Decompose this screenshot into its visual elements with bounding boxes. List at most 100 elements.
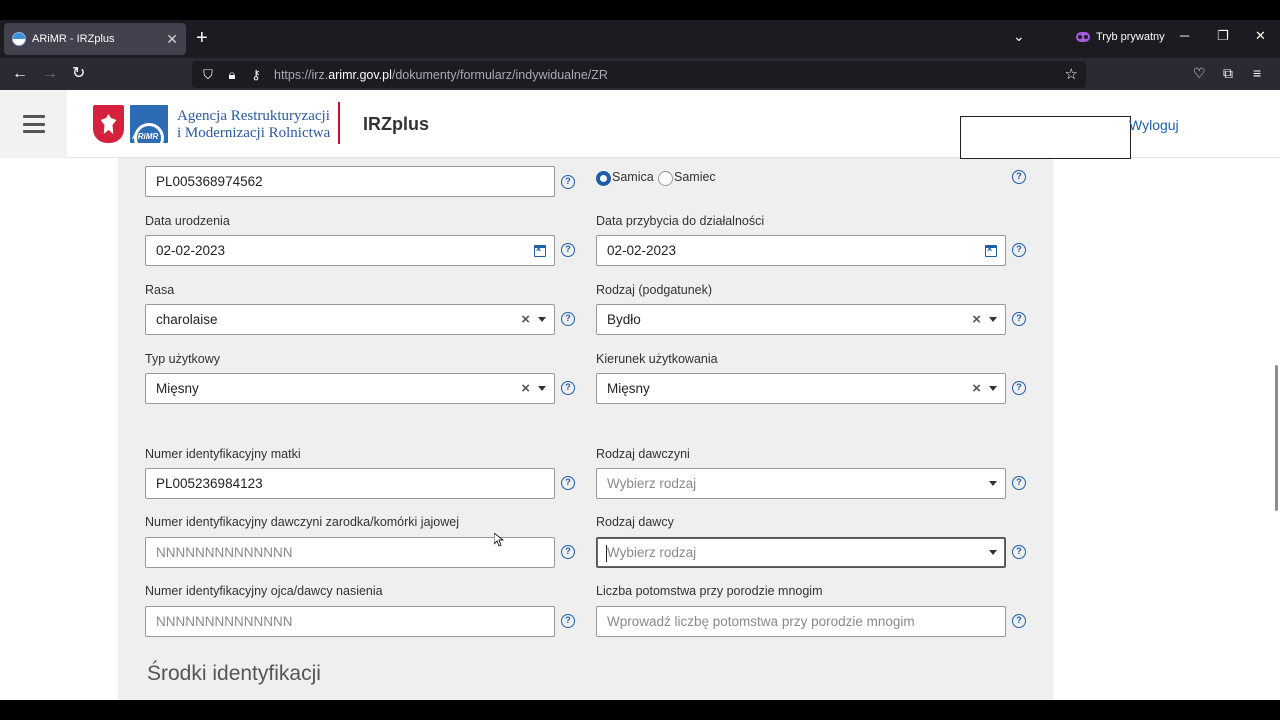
help-icon[interactable]: ? bbox=[1012, 381, 1026, 395]
close-window-icon[interactable]: ✕ bbox=[1255, 28, 1266, 44]
private-mode-label: Tryb prywatny bbox=[1096, 31, 1165, 43]
help-icon[interactable]: ? bbox=[561, 381, 575, 395]
utility-type-value: Mięsny bbox=[156, 381, 199, 396]
lock-icon[interactable]: 🔒︎ bbox=[224, 67, 240, 83]
bookmark-star-icon[interactable]: ☆ bbox=[1065, 65, 1078, 83]
address-bar[interactable]: ⛉ 🔒︎ ⚷ https://irz.arimr.gov.pl/dokument… bbox=[192, 61, 1086, 88]
dropdown-arrow-icon[interactable] bbox=[538, 317, 546, 322]
agency-name-line1: Agencja Restrukturyzacji bbox=[177, 108, 330, 124]
header-divider bbox=[338, 102, 340, 144]
clear-icon[interactable]: × bbox=[972, 311, 981, 328]
help-icon[interactable]: ? bbox=[561, 614, 575, 628]
site-header: ARiMR Agencja Restrukturyzacji i Moderni… bbox=[0, 90, 1280, 159]
offspring-input[interactable]: Wprowadź liczbę potomstwa przy porodzie … bbox=[596, 606, 1006, 637]
father-id-label: Numer identyfikacyjny ojca/dawcy nasieni… bbox=[145, 584, 383, 598]
clear-icon[interactable]: × bbox=[521, 380, 530, 397]
url-domain: arimr.gov.pl bbox=[328, 67, 392, 82]
extensions-icon[interactable]: ⧉ bbox=[1223, 65, 1233, 82]
hamburger-icon[interactable] bbox=[22, 115, 45, 133]
close-tab-icon[interactable]: ✕ bbox=[166, 31, 178, 48]
browser-navbar: ← → ↻ ⛉ 🔒︎ ⚷ https://irz.arimr.gov.pl/do… bbox=[0, 58, 1280, 90]
shield-icon[interactable]: ⛉ bbox=[200, 67, 216, 83]
clear-icon[interactable]: × bbox=[521, 311, 530, 328]
help-icon[interactable]: ? bbox=[1012, 614, 1026, 628]
animal-id-input[interactable]: PL005368974562 bbox=[145, 166, 555, 197]
mother-id-input[interactable]: PL005236984123 bbox=[145, 468, 555, 499]
father-id-input[interactable]: NNNNNNNNNNNNNN bbox=[145, 606, 555, 637]
help-icon[interactable]: ? bbox=[561, 175, 575, 189]
breed-select[interactable]: charolaise × bbox=[145, 304, 555, 335]
permissions-key-icon[interactable]: ⚷ bbox=[248, 67, 264, 83]
clear-icon[interactable]: × bbox=[972, 380, 981, 397]
back-arrow-icon[interactable]: ← bbox=[12, 64, 28, 84]
new-tab-button[interactable]: + bbox=[196, 28, 208, 48]
birth-date-input[interactable]: 02-02-2023 bbox=[145, 235, 555, 266]
species-select[interactable]: Bydło × bbox=[596, 304, 1006, 335]
arimr-logo[interactable]: ARiMR bbox=[130, 105, 168, 143]
screen: ARiMR - IRZplus ✕ + ⌄ Tryb prywatny ─ ❐ … bbox=[0, 0, 1280, 720]
breed-label: Rasa bbox=[145, 283, 175, 297]
donor-type-select[interactable]: Wybierz rodzaj bbox=[596, 468, 1006, 499]
arrival-date-value: 02-02-2023 bbox=[607, 243, 677, 258]
url-text[interactable]: https://irz.arimr.gov.pl/dokumenty/formu… bbox=[274, 68, 608, 82]
minimize-window-icon[interactable]: ─ bbox=[1180, 28, 1189, 43]
site-favicon-icon bbox=[12, 32, 26, 46]
agency-name-line2: i Modernizacji Rolnictwa bbox=[177, 125, 331, 141]
arimr-logo-text: ARiMR bbox=[132, 132, 159, 141]
donor-type-label: Rodzaj dawczyni bbox=[596, 447, 690, 461]
breed-value: charolaise bbox=[156, 312, 218, 327]
help-icon[interactable]: ? bbox=[561, 476, 575, 490]
browser-tab[interactable]: ARiMR - IRZplus ✕ bbox=[4, 23, 186, 55]
bottom-black-bar bbox=[0, 700, 1280, 720]
species-label: Rodzaj (podgatunek) bbox=[596, 283, 713, 297]
reload-icon[interactable]: ↻ bbox=[72, 64, 85, 84]
use-direction-select[interactable]: Mięsny × bbox=[596, 373, 1006, 404]
birth-date-value: 02-02-2023 bbox=[156, 243, 226, 258]
embryo-donor-label: Numer identyfikacyjny dawczyni zarodka/k… bbox=[145, 515, 460, 529]
help-icon[interactable]: ? bbox=[1012, 312, 1026, 326]
list-tabs-chevron-icon[interactable]: ⌄ bbox=[1013, 28, 1025, 45]
dropdown-arrow-icon[interactable] bbox=[989, 550, 997, 555]
help-icon[interactable]: ? bbox=[1012, 476, 1026, 490]
help-icon[interactable]: ? bbox=[561, 545, 575, 559]
calendar-icon[interactable] bbox=[534, 244, 546, 257]
logout-link[interactable]: Wyloguj bbox=[1129, 117, 1179, 133]
dropdown-arrow-icon[interactable] bbox=[989, 317, 997, 322]
url-prefix: https://irz. bbox=[274, 67, 329, 82]
app-menu-icon[interactable]: ≡ bbox=[1253, 65, 1261, 81]
menu-button[interactable] bbox=[0, 90, 67, 158]
help-icon[interactable]: ? bbox=[1012, 243, 1026, 257]
sex-male-label: Samiec bbox=[674, 170, 716, 184]
help-icon[interactable]: ? bbox=[561, 243, 575, 257]
offspring-label: Liczba potomstwa przy porodzie mnogim bbox=[596, 584, 823, 598]
help-icon[interactable]: ? bbox=[1012, 170, 1026, 184]
sex-male-radio[interactable] bbox=[658, 171, 673, 186]
father-id-placeholder: NNNNNNNNNNNNNN bbox=[156, 614, 293, 629]
user-info-box bbox=[960, 116, 1131, 159]
offspring-placeholder: Wprowadź liczbę potomstwa przy porodzie … bbox=[607, 614, 915, 629]
pocket-icon[interactable]: ♡ bbox=[1193, 65, 1206, 82]
dropdown-arrow-icon[interactable] bbox=[989, 386, 997, 391]
tab-title: ARiMR - IRZplus bbox=[32, 33, 115, 45]
sire-type-select[interactable]: Wybierz rodzaj bbox=[596, 537, 1006, 568]
help-icon[interactable]: ? bbox=[1012, 545, 1026, 559]
calendar-icon[interactable] bbox=[985, 244, 997, 257]
utility-type-select[interactable]: Mięsny × bbox=[145, 373, 555, 404]
mother-id-label: Numer identyfikacyjny matki bbox=[145, 447, 301, 461]
dropdown-arrow-icon[interactable] bbox=[989, 481, 997, 486]
restore-window-icon[interactable]: ❐ bbox=[1217, 28, 1229, 44]
browser-tabbar: ARiMR - IRZplus ✕ + ⌄ Tryb prywatny ─ ❐ … bbox=[0, 20, 1280, 58]
forward-arrow-icon[interactable]: → bbox=[42, 64, 58, 84]
utility-type-label: Typ użytkowy bbox=[145, 352, 221, 366]
species-value: Bydło bbox=[607, 312, 641, 327]
help-icon[interactable]: ? bbox=[561, 312, 575, 326]
page-scrollbar[interactable] bbox=[1275, 365, 1278, 511]
sex-female-radio[interactable] bbox=[596, 171, 611, 186]
sire-type-placeholder: Wybierz rodzaj bbox=[607, 545, 697, 560]
agency-name: Agencja Restrukturyzacji i Modernizacji … bbox=[177, 108, 330, 142]
donor-type-placeholder: Wybierz rodzaj bbox=[607, 476, 697, 491]
dropdown-arrow-icon[interactable] bbox=[538, 386, 546, 391]
polish-eagle-emblem-icon bbox=[93, 105, 124, 143]
arrival-date-input[interactable]: 02-02-2023 bbox=[596, 235, 1006, 266]
url-path: /dokumenty/formularz/indywidualne/ZR bbox=[391, 67, 608, 82]
